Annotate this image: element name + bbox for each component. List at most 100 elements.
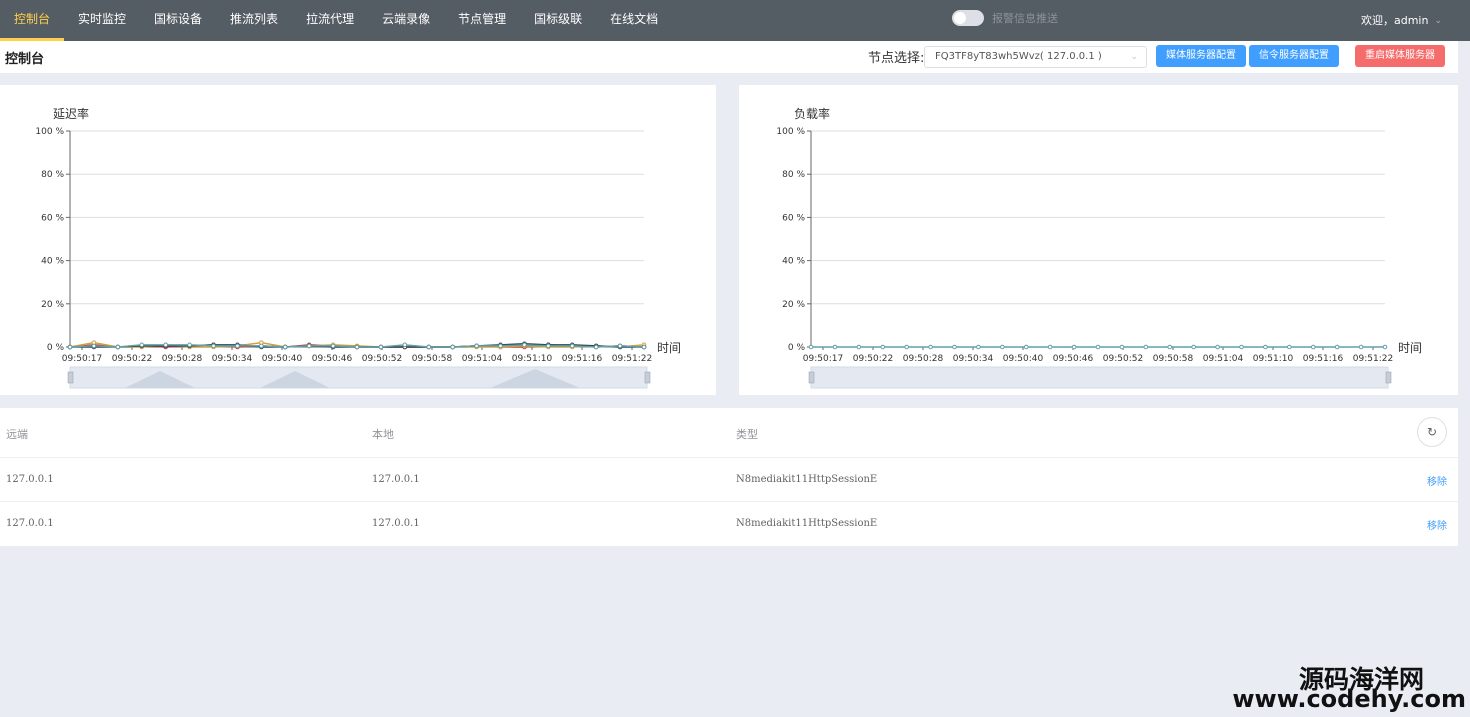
nav-item-gb-cascade[interactable]: 国标级联 xyxy=(520,0,596,41)
data-point xyxy=(378,344,384,350)
zoom-handle-right xyxy=(644,371,651,384)
x-axis-label: 时间 xyxy=(657,341,681,355)
nav-item-gb-devices[interactable]: 国标设备 xyxy=(140,0,216,41)
nav-item-realtime-monitor[interactable]: 实时监控 xyxy=(64,0,140,41)
x-tick-label: 09:50:52 xyxy=(362,354,402,364)
media-server-config-button[interactable]: 媒体服务器配置 xyxy=(1156,45,1246,67)
nav-item-dashboard[interactable]: 控制台 xyxy=(0,0,65,41)
data-point xyxy=(904,344,909,350)
node-select-value: FQ3TF8yT83wh5Wvz( 127.0.0.1 ) xyxy=(935,51,1102,62)
x-tick-label: 09:50:34 xyxy=(212,354,253,364)
zoom-slider-track xyxy=(810,366,1389,389)
data-point xyxy=(354,344,360,350)
x-tick-label: 09:51:16 xyxy=(1303,354,1344,364)
x-tick-label: 09:50:28 xyxy=(903,354,944,364)
nav-item-cloud-record[interactable]: 云端录像 xyxy=(368,0,444,41)
session-table: 远端 本地 类型 ↻ 127.0.0.1 127.0.0.1 N8mediaki… xyxy=(0,408,1458,546)
data-point xyxy=(498,343,503,349)
data-point xyxy=(330,343,336,349)
data-point xyxy=(808,344,814,350)
x-tick-label: 09:51:10 xyxy=(512,354,553,364)
data-point xyxy=(617,343,623,349)
signal-server-config-button[interactable]: 信令服务器配置 xyxy=(1249,45,1339,67)
chart-title: 延迟率 xyxy=(53,106,89,121)
data-point xyxy=(546,343,551,349)
data-point xyxy=(163,342,168,348)
y-tick-label: 40 % xyxy=(782,257,805,267)
x-tick-label: 09:50:52 xyxy=(1103,354,1143,364)
page-title: 控制台 xyxy=(5,52,45,67)
x-tick-label: 09:51:10 xyxy=(1253,354,1294,364)
nav-item-online-docs[interactable]: 在线文档 xyxy=(596,0,672,41)
remove-link[interactable]: 移除 xyxy=(1427,517,1447,532)
data-point xyxy=(139,342,145,348)
node-select-label: 节点选择: xyxy=(868,51,925,66)
y-tick-label: 80 % xyxy=(41,170,64,180)
node-select[interactable]: FQ3TF8yT83wh5Wvz( 127.0.0.1 ) ⌄ xyxy=(924,46,1147,68)
x-tick-label: 09:50:40 xyxy=(1003,354,1044,364)
x-tick-label: 09:51:16 xyxy=(562,354,603,364)
data-point xyxy=(1215,344,1220,350)
data-point xyxy=(569,343,575,349)
nav-item-pull-proxy[interactable]: 拉流代理 xyxy=(292,0,368,41)
refresh-button[interactable]: ↻ xyxy=(1417,417,1447,447)
alarm-push-label: 报警信息推送 xyxy=(992,12,1058,25)
x-tick-label: 09:50:17 xyxy=(62,354,102,364)
nav-item-push-list[interactable]: 推流列表 xyxy=(216,0,292,41)
data-point xyxy=(426,344,432,350)
y-tick-label: 80 % xyxy=(782,170,805,180)
data-point xyxy=(1239,344,1244,350)
data-point xyxy=(1167,344,1173,350)
column-header-remote: 远端 xyxy=(6,428,28,441)
data-point xyxy=(856,344,862,350)
cell-remote: 127.0.0.1 xyxy=(6,518,54,529)
data-point xyxy=(402,342,408,348)
chart-title: 负载率 xyxy=(794,106,830,121)
x-tick-label: 09:50:22 xyxy=(112,354,152,364)
zoom-handle-left xyxy=(67,371,74,384)
data-point xyxy=(1000,344,1005,350)
chevron-down-icon: ⌄ xyxy=(1130,52,1138,62)
x-axis-label: 时间 xyxy=(1398,341,1422,355)
y-tick-label: 100 % xyxy=(35,127,64,137)
row-divider xyxy=(0,457,1458,458)
data-point xyxy=(1382,344,1388,350)
y-tick-label: 20 % xyxy=(782,300,805,310)
alarm-push-switch[interactable] xyxy=(952,10,984,26)
data-point xyxy=(1071,344,1077,350)
x-tick-label: 09:50:58 xyxy=(412,354,453,364)
data-point xyxy=(259,343,264,349)
data-point xyxy=(67,344,73,350)
data-point xyxy=(1263,344,1268,350)
user-menu[interactable]: 欢迎，admin ⌄ xyxy=(1361,0,1442,41)
data-point xyxy=(522,342,527,348)
data-point xyxy=(641,344,647,350)
nav-item-node-management[interactable]: 节点管理 xyxy=(444,0,520,41)
data-point xyxy=(1023,344,1029,350)
data-point xyxy=(1095,344,1101,350)
data-point xyxy=(1191,344,1196,350)
zoom-handle-left xyxy=(808,371,815,384)
cell-local: 127.0.0.1 xyxy=(372,474,420,485)
data-point xyxy=(91,343,97,349)
cell-remote: 127.0.0.1 xyxy=(6,474,54,485)
data-point xyxy=(211,343,216,349)
column-header-local: 本地 xyxy=(372,428,394,441)
y-tick-label: 60 % xyxy=(782,213,805,223)
data-point xyxy=(1287,344,1292,350)
y-tick-label: 20 % xyxy=(41,300,64,310)
y-tick-label: 100 % xyxy=(776,127,805,137)
restart-media-server-button[interactable]: 重启媒体服务器 xyxy=(1355,45,1445,67)
data-point xyxy=(282,344,288,350)
remove-link[interactable]: 移除 xyxy=(1427,473,1447,488)
data-point xyxy=(880,344,886,350)
x-tick-label: 09:51:04 xyxy=(1203,354,1244,364)
data-point xyxy=(306,343,312,349)
y-tick-label: 60 % xyxy=(41,213,64,223)
data-point xyxy=(928,344,933,350)
x-tick-label: 09:51:22 xyxy=(612,354,652,364)
data-point xyxy=(474,343,479,349)
x-tick-label: 09:51:04 xyxy=(462,354,503,364)
x-tick-label: 09:50:46 xyxy=(312,354,353,364)
data-point xyxy=(115,344,121,350)
